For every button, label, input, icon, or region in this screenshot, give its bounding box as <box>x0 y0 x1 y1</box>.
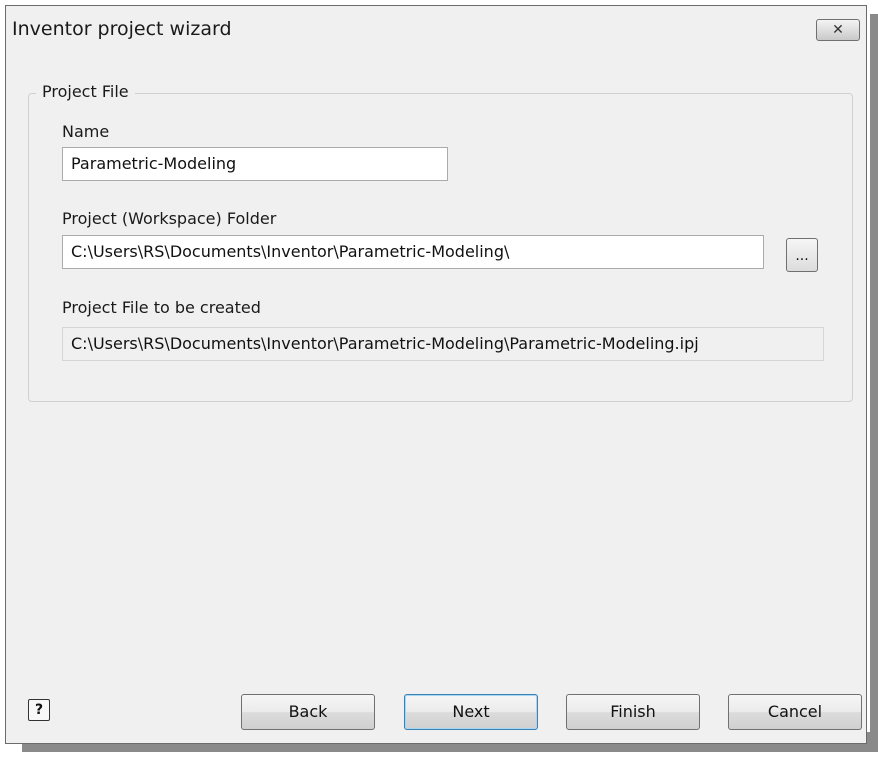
created-file-field: C:\Users\RS\Documents\Inventor\Parametri… <box>62 327 824 361</box>
project-file-group-label: Project File <box>36 82 135 101</box>
name-label: Name <box>62 122 110 141</box>
folder-label: Project (Workspace) Folder <box>62 209 277 228</box>
window-shadow-right <box>870 14 878 752</box>
created-file-label: Project File to be created <box>62 298 261 317</box>
name-input[interactable]: Parametric-Modeling <box>62 147 448 181</box>
cancel-button[interactable]: Cancel <box>728 694 862 730</box>
browse-folder-button[interactable]: ... <box>786 238 818 272</box>
close-icon: ✕ <box>832 22 844 38</box>
title-bar: Inventor project wizard ✕ <box>6 6 866 52</box>
folder-input[interactable]: C:\Users\RS\Documents\Inventor\Parametri… <box>62 235 764 269</box>
next-button[interactable]: Next <box>404 694 538 730</box>
finish-button[interactable]: Finish <box>566 694 700 730</box>
help-button[interactable]: ? <box>28 699 50 721</box>
back-button[interactable]: Back <box>241 694 375 730</box>
help-icon: ? <box>34 702 44 718</box>
wizard-dialog: Inventor project wizard ✕ Project File N… <box>5 5 867 744</box>
close-button[interactable]: ✕ <box>816 19 860 41</box>
dialog-title: Inventor project wizard <box>12 18 232 40</box>
